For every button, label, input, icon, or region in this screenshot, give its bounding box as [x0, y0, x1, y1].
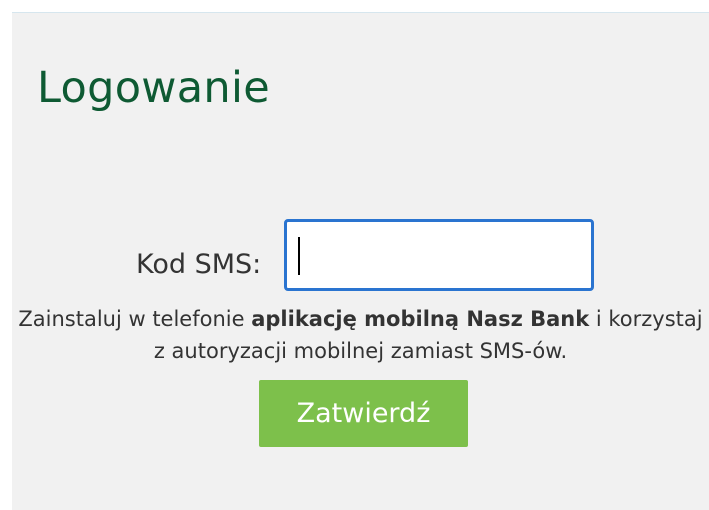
- login-panel: Logowanie Kod SMS: Zainstaluj w telefoni…: [12, 12, 709, 510]
- info-text-start: Zainstaluj w telefonie: [18, 307, 252, 331]
- info-text-app-name: aplikację mobilną Nasz Bank: [251, 307, 590, 331]
- page-title: Logowanie: [37, 63, 270, 113]
- sms-code-input[interactable]: [284, 219, 594, 291]
- sms-code-row: Kod SMS:: [12, 219, 709, 291]
- text-caret: [298, 237, 300, 275]
- sms-code-label: Kod SMS:: [136, 249, 262, 280]
- mobile-app-info: Zainstaluj w telefonie aplikację mobilną…: [12, 303, 709, 367]
- submit-button[interactable]: Zatwierdź: [259, 380, 468, 447]
